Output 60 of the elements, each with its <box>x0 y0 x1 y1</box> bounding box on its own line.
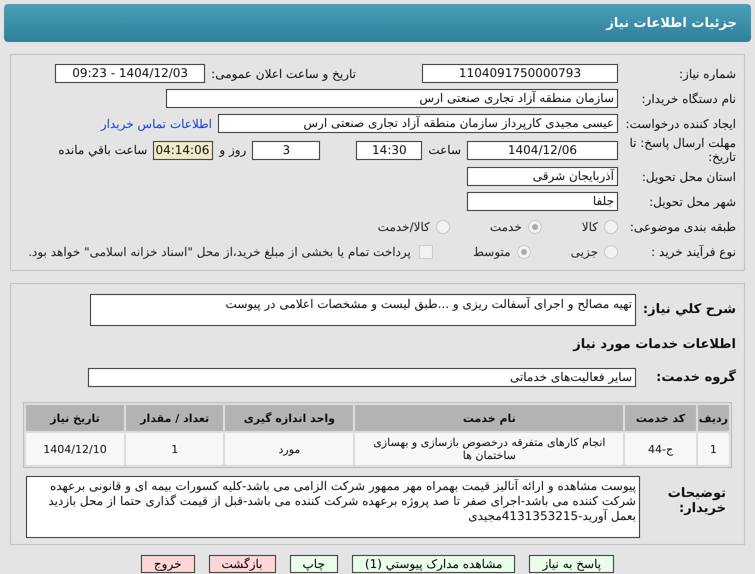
text-field[interactable]: 3 <box>252 140 320 160</box>
radio-button[interactable] <box>436 220 450 234</box>
remaining-label: ساعت باقي مانده <box>57 143 148 157</box>
table-cell: انجام کارهای متفرقه درخصوص بازسازی و بهسازی ساختمان ها <box>355 433 624 465</box>
field-label: مهلت ارسال پاسخ: تا تاریخ: <box>628 136 736 164</box>
column-header: واحد اندازه گیری <box>225 405 354 431</box>
table-cell: 1 <box>126 433 224 465</box>
field-label: طبقه بندی موضوعی: <box>628 220 736 234</box>
column-header: کد خدمت <box>625 405 696 431</box>
radio-button[interactable] <box>516 244 531 258</box>
option-label: متوسط <box>472 244 511 258</box>
contact-link[interactable]: اطلاعات تماس خریدار <box>100 116 212 130</box>
field-label: نام دستگاه خریدار: <box>640 92 736 106</box>
text-field[interactable]: آذربایجان شرقی <box>467 167 618 186</box>
field-label: تاریخ و ساعت اعلان عمومی: <box>210 66 357 80</box>
text-field[interactable]: 04:14:06 <box>153 140 214 160</box>
text-field[interactable]: 1404/12/06 <box>467 140 618 160</box>
text-field[interactable]: 1404/12/03 - 09:23 <box>55 64 206 83</box>
text-field[interactable]: سازمان منطقه آزاد تجاری صنعتی ارس <box>166 89 618 108</box>
field-label: نوع فرآیند خرید : <box>650 244 736 258</box>
table-cell: مورد <box>225 433 354 465</box>
field-label: استان محل تحویل: <box>640 170 736 184</box>
table-cell: 1404/12/10 <box>26 433 124 465</box>
column-header: تعداد / مقدار <box>126 405 224 431</box>
column-header: نام خدمت <box>355 405 624 431</box>
field-label: شماره نیاز: <box>678 66 736 80</box>
option-label: پرداخت تمام یا بخشی از مبلغ خرید،از محل "اسناد خزانه اسلامی" خواهد بود. <box>28 244 411 258</box>
text-field[interactable]: 14:30 <box>356 140 422 160</box>
radio-button[interactable] <box>604 244 618 258</box>
text-field[interactable]: سایر فعالیت‌های خدماتی <box>88 368 636 387</box>
summary-field[interactable]: تهیه مصالح و اجرای آسفالت ریزی و ...طبق لیست و مشخصات اعلامی در پیوست <box>90 294 636 326</box>
action-button[interactable]: مشاهده مدارک پیوستي (1) <box>352 555 516 573</box>
field-label: شهر محل تحویل: <box>648 194 736 208</box>
action-button[interactable]: خروج <box>140 555 194 573</box>
radio-button[interactable] <box>528 220 542 234</box>
text-field[interactable]: جلفا <box>467 192 618 211</box>
action-button[interactable]: چاپ <box>290 555 338 573</box>
field-label: توضیحات خریدار: <box>666 486 727 516</box>
option-label: کالا/خدمت <box>378 220 430 234</box>
section-heading: اطلاعات خدمات مورد نیاز <box>573 337 736 352</box>
field-label: ایجاد کننده درخواست: <box>624 116 736 130</box>
column-header: تاریخ نیاز <box>26 405 124 431</box>
time-label: ساعت <box>427 143 462 157</box>
days-label: روز و <box>218 143 248 157</box>
table-cell: ج-44 <box>625 433 696 465</box>
action-button[interactable]: بازگشت <box>208 555 276 573</box>
field-label: شرح کلي نیاز: <box>642 302 736 317</box>
page-title: جزئیات اطلاعات نیاز <box>606 16 737 30</box>
radio-button[interactable] <box>604 220 618 234</box>
option-label: خدمت <box>490 220 522 234</box>
table-cell: 1 <box>698 433 729 465</box>
text-field[interactable]: 1104091750000793 <box>422 64 618 83</box>
field-label: گروه خدمت: <box>655 370 736 385</box>
notes-field[interactable]: پیوست مشاهده و ارائه آنالیز قیمت بهمراه مهر ممهور شرکت الزامی می باشد-کلیه کسورات بیمه ای و قانونی برعهده شرکت کننده می باشد-اجرای صفر تا صد پروژه برعهده شرکت کننده می باشد-قبل از قیمت گذاری حتما از محل بازدید بعمل آورید-4131353215مجیدی <box>26 476 640 538</box>
action-button[interactable]: پاسخ به نیاز <box>529 555 614 573</box>
column-header: ردیف <box>698 405 729 431</box>
option-label: کالا <box>582 220 598 234</box>
text-field[interactable]: عیسی مجیدی کارپرداز سازمان منطقه آزاد تجاری صنعتی ارس <box>218 114 618 133</box>
option-label: جزیی <box>570 244 598 258</box>
checkbox[interactable] <box>418 244 433 258</box>
